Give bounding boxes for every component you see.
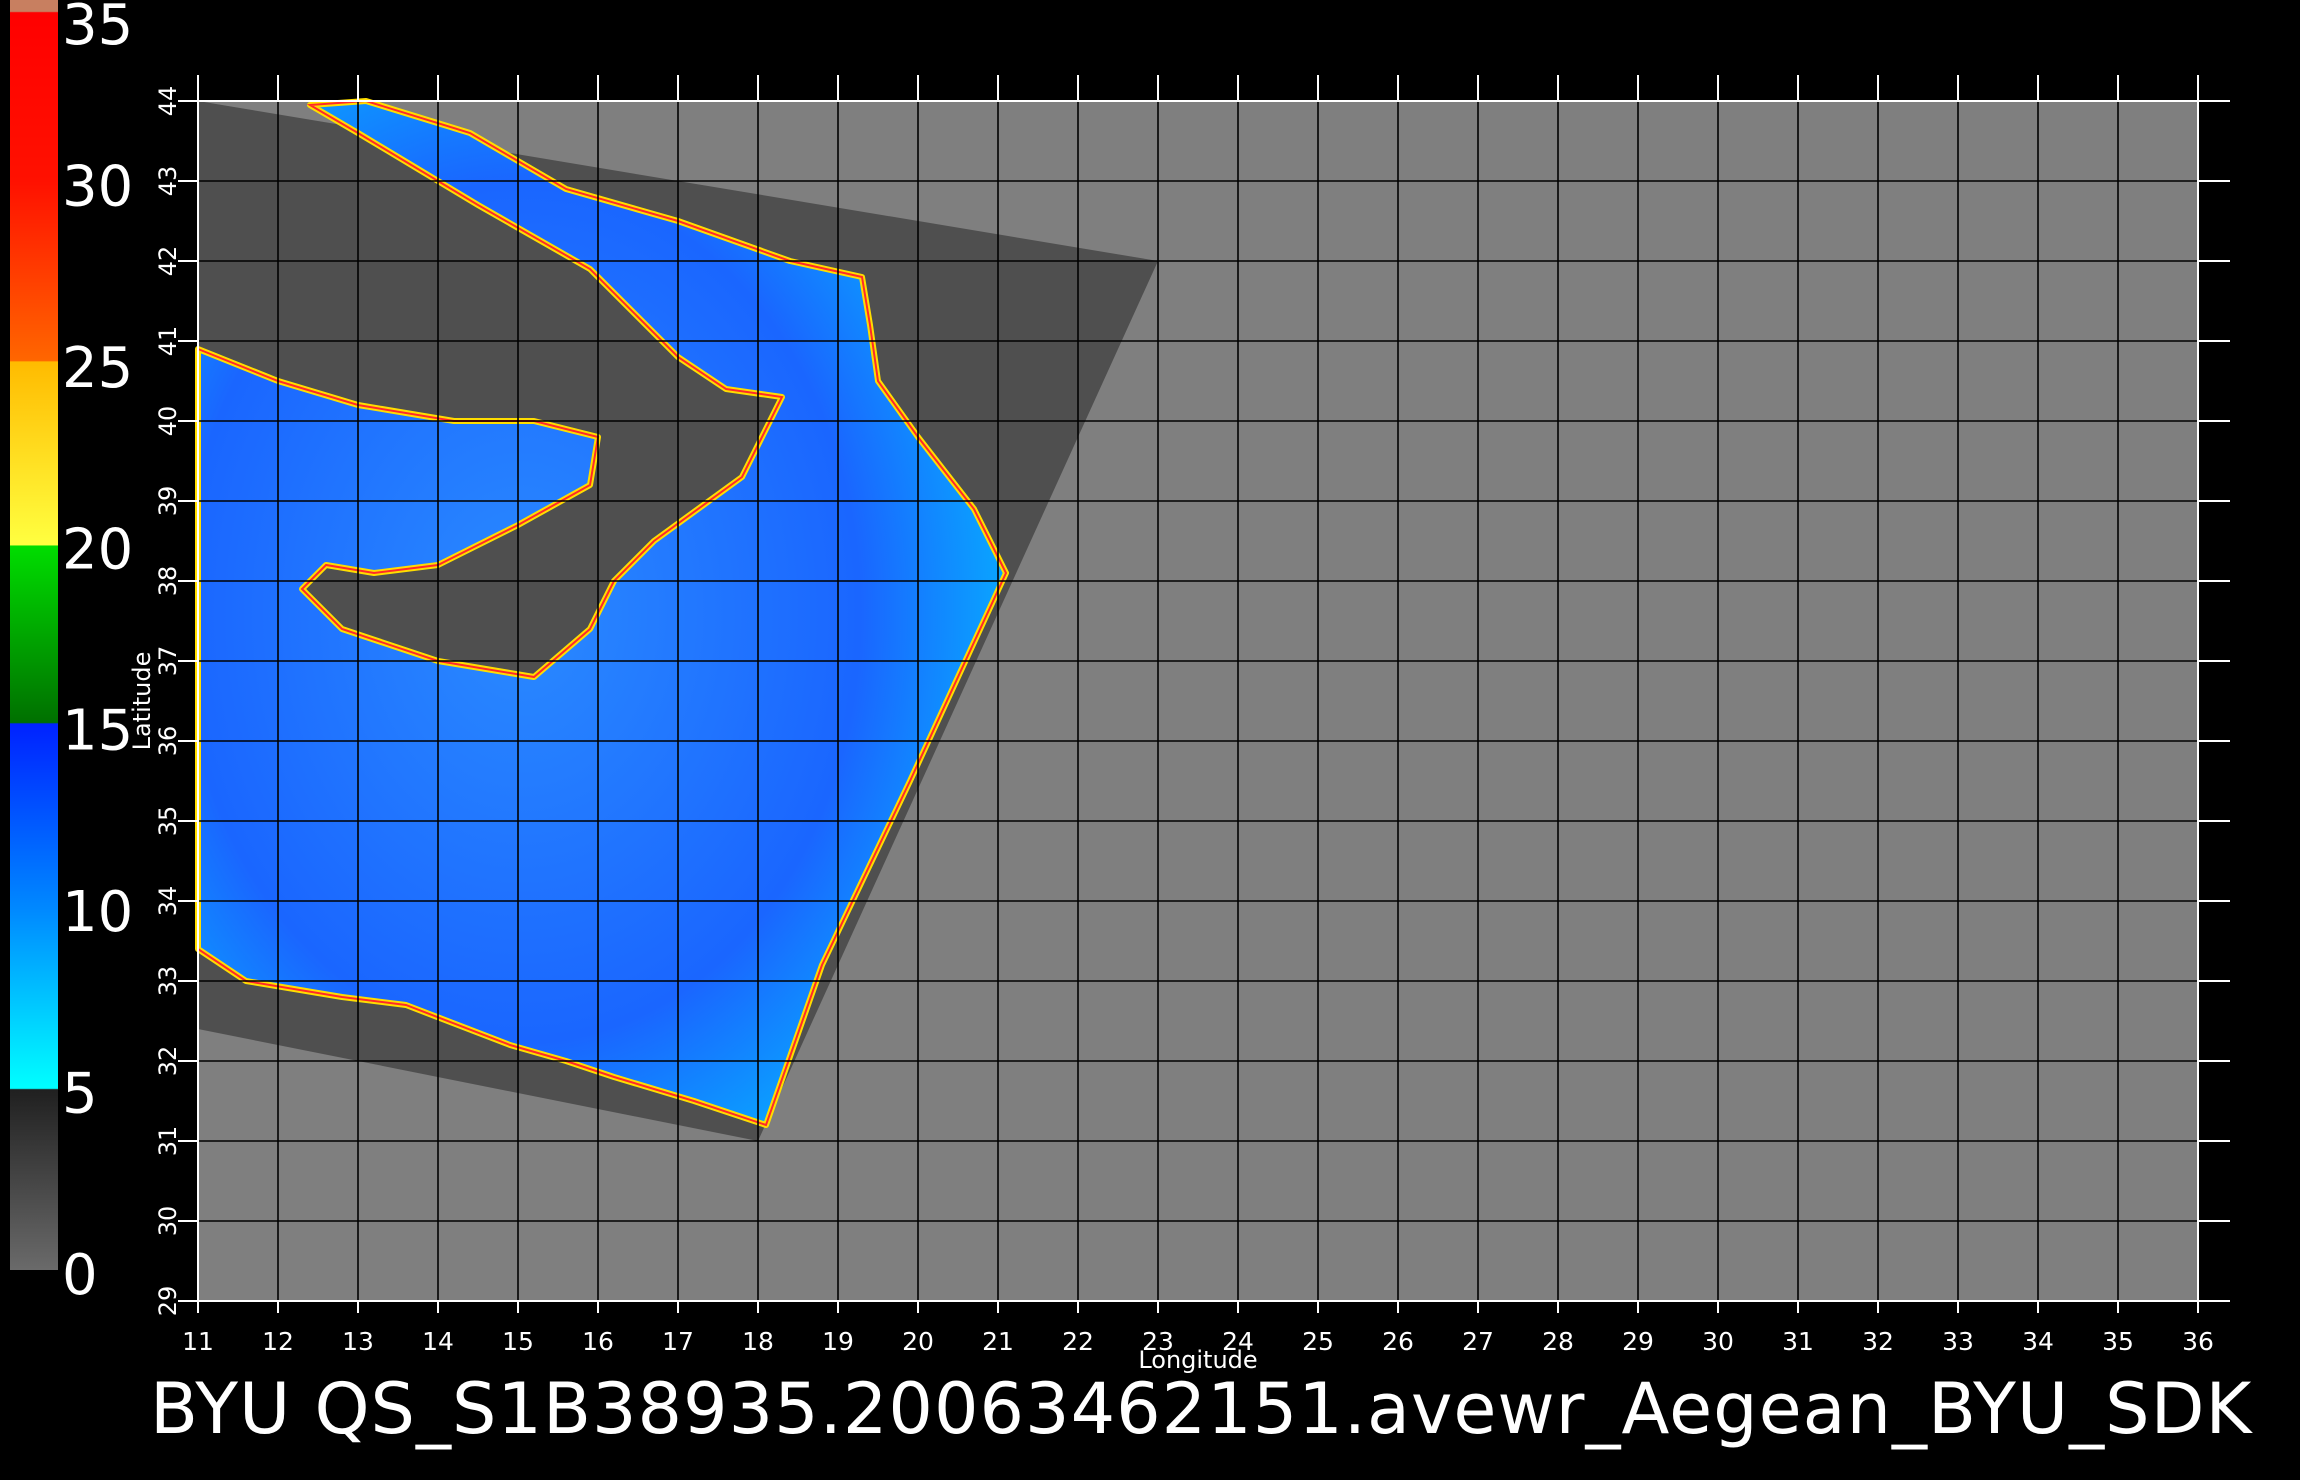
longitude-tick-label: 32	[1862, 1327, 1894, 1356]
latitude-tick-label: 33	[154, 966, 182, 997]
longitude-tick-label: 21	[982, 1327, 1014, 1356]
colorbar-label: 5	[62, 1062, 98, 1127]
longitude-tick-label: 30	[1702, 1327, 1734, 1356]
latitude-tick-label: 41	[154, 326, 182, 357]
latitude-tick-label: 29	[154, 1286, 182, 1317]
longitude-tick-label: 14	[422, 1327, 454, 1356]
colorbar-gradient	[10, 0, 58, 1270]
map-panel: 11 12 13 14 15 16 17 18 19 20 21 22 23 24 25 26 27 28 29 30…	[128, 75, 2230, 1374]
colorbar-label: 15	[62, 699, 133, 764]
latitude-tick-label: 34	[154, 886, 182, 917]
colorbar-label: 0	[62, 1243, 98, 1308]
product-filename-title: BYU QS_S1B38935.20063462151.avewr_Aegean…	[150, 1368, 2253, 1450]
longitude-tick-label: 12	[262, 1327, 294, 1356]
latitude-tick-label: 40	[154, 406, 182, 437]
latitude-tick-label: 31	[154, 1126, 182, 1157]
y-axis-label: Latitude	[128, 652, 156, 751]
longitude-tick-label: 18	[742, 1327, 774, 1356]
latitude-tick-label: 42	[154, 246, 182, 277]
longitude-tick-label: 33	[1942, 1327, 1974, 1356]
longitude-tick-label: 31	[1782, 1327, 1814, 1356]
colorbar-label: 25	[62, 336, 133, 401]
wind-speed-map-figure: 0 5 10 15 20 25 30 35 11 12 13 14 15 16 17 18 19 20 21 22 2…	[10, 0, 2230, 1374]
latitude-tick-label: 30	[154, 1206, 182, 1237]
longitude-tick-label: 28	[1542, 1327, 1574, 1356]
longitude-tick-label: 19	[822, 1327, 854, 1356]
latitude-tick-label: 32	[154, 1046, 182, 1077]
longitude-tick-label: 25	[1302, 1327, 1334, 1356]
longitude-tick-label: 34	[2022, 1327, 2054, 1356]
colorbar-labels: 0 5 10 15 20 25 30 35	[62, 0, 133, 1308]
colorbar-label: 30	[62, 154, 133, 219]
latitude-tick-label: 39	[154, 486, 182, 517]
latitude-tick-label: 37	[154, 646, 182, 677]
longitude-tick-label: 26	[1382, 1327, 1414, 1356]
latitude-tick-label: 44	[154, 86, 182, 117]
longitude-tick-label: 11	[182, 1327, 214, 1356]
colorbar: 0 5 10 15 20 25 30 35	[10, 0, 133, 1308]
longitude-tick-label: 20	[902, 1327, 934, 1356]
longitude-tick-label: 13	[342, 1327, 374, 1356]
longitude-tick-label: 36	[2182, 1327, 2214, 1356]
latitude-tick-label: 35	[154, 806, 182, 837]
longitude-tick-label: 15	[502, 1327, 534, 1356]
latitude-tick-label: 43	[154, 166, 182, 197]
colorbar-label: 20	[62, 517, 133, 582]
colorbar-label: 10	[62, 880, 133, 945]
longitude-tick-label: 22	[1062, 1327, 1094, 1356]
latitude-tick-labels: 29 30 31 32 33 34 35 36 37 38 39 40 41 42 43 44	[154, 86, 182, 1317]
longitude-tick-label: 16	[582, 1327, 614, 1356]
longitude-tick-label: 29	[1622, 1327, 1654, 1356]
longitude-tick-label: 27	[1462, 1327, 1494, 1356]
longitude-tick-label: 35	[2102, 1327, 2134, 1356]
latitude-tick-label: 36	[154, 726, 182, 757]
longitude-tick-label: 17	[662, 1327, 694, 1356]
latitude-tick-label: 38	[154, 566, 182, 597]
colorbar-label: 35	[62, 0, 133, 58]
